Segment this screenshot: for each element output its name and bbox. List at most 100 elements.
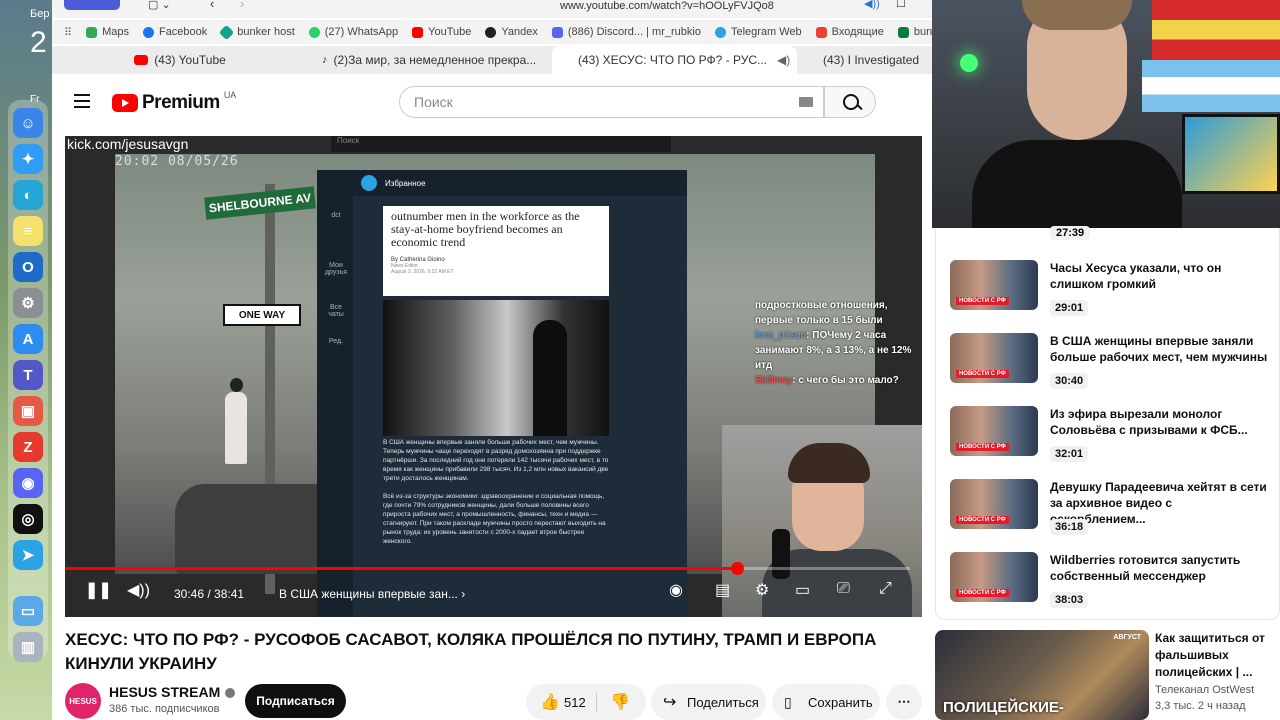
bookmark-bunker[interactable]: bun <box>897 26 932 38</box>
recommended-thumbnail[interactable]: АВГУСТ ПОЛИЦЕЙСКИЕ- <box>935 630 1149 720</box>
bookmark-maps[interactable]: Maps <box>86 26 129 38</box>
telegram-search: Поиск <box>331 136 671 152</box>
save-button[interactable]: ▯ Сохранить <box>772 684 880 720</box>
dislike-icon[interactable]: 👎 <box>610 692 630 712</box>
edge-icon[interactable]: ◐ <box>13 180 43 210</box>
autoplay-toggle[interactable]: ◉ <box>669 580 683 600</box>
discord-icon[interactable]: ◉ <box>13 468 43 498</box>
bookmark-youtube[interactable]: YouTube <box>412 26 471 38</box>
subscribe-button[interactable]: Подписаться <box>245 684 346 718</box>
share-button[interactable]: ↪ Поделиться <box>651 684 766 720</box>
finder-icon[interactable]: ☺ <box>13 108 43 138</box>
trash-icon[interactable]: ▥ <box>13 632 43 662</box>
keyboard-icon[interactable] <box>799 97 813 107</box>
youtube-logo[interactable]: Premium UA <box>112 90 236 114</box>
teams-icon[interactable]: T <box>13 360 43 390</box>
video-title[interactable]: Из эфира вырезали монолог Соловьёва с пр… <box>1050 406 1268 438</box>
recommended-channel[interactable]: Телеканал OstWest <box>1155 684 1254 696</box>
app-store-icon[interactable]: A <box>13 324 43 354</box>
menu-icon[interactable] <box>74 94 90 108</box>
forward-icon[interactable]: › <box>240 0 244 11</box>
video-title[interactable]: Часы Хесуса указали, что он слишком гром… <box>1050 260 1268 292</box>
subtitles-icon[interactable]: ▤ <box>715 580 730 600</box>
article-photo <box>383 300 609 436</box>
settings-gear-icon[interactable]: ⚙ <box>755 580 769 600</box>
share-icon: ↪ <box>663 694 677 711</box>
playlist-item[interactable]: НОВОСТИ С РФ Девушку Парадеевича хейтят … <box>950 479 1270 543</box>
sidebar-toggle-button[interactable] <box>64 0 120 10</box>
recommended-title[interactable]: Как защититься от фальшивых полицейских … <box>1155 630 1277 681</box>
video-title[interactable]: В США женщины впервые заняли больше рабо… <box>1050 333 1268 365</box>
video-duration: 29:01 <box>1050 300 1089 316</box>
fullscreen-icon[interactable]: ⤢ <box>879 580 892 598</box>
recommended-video[interactable]: АВГУСТ ПОЛИЦЕЙСКИЕ- Как защититься от фа… <box>935 628 1280 720</box>
video-thumbnail[interactable]: НОВОСТИ С РФ <box>950 260 1038 310</box>
obs-icon[interactable]: ◎ <box>13 504 43 534</box>
channel-avatar[interactable]: HESUS <box>65 683 101 719</box>
search-button[interactable] <box>824 86 876 118</box>
more-actions-icon[interactable]: ⋯ <box>886 684 922 720</box>
video-thumbnail[interactable]: НОВОСТИ С РФ <box>950 406 1038 456</box>
video-thumbnail[interactable]: НОВОСТИ С РФ <box>950 333 1038 383</box>
address-bar[interactable]: www.youtube.com/watch?v=hOOLyFVJQo8 <box>560 0 774 12</box>
safari-icon[interactable]: ✦ <box>13 144 43 174</box>
back-icon[interactable]: ‹ <box>210 0 214 11</box>
bookmark-telegram[interactable]: Telegram Web <box>714 26 802 38</box>
playlist-item[interactable]: НОВОСТИ С РФ Wildberries готовится запус… <box>950 552 1270 616</box>
theater-mode-icon[interactable]: ▭ <box>795 580 810 600</box>
bookmark-bunker-host[interactable]: bunker host <box>219 24 295 40</box>
logo-text: Premium <box>142 92 220 113</box>
playlist-item[interactable]: НОВОСТИ С РФ Из эфира вырезали монолог С… <box>950 406 1270 470</box>
speaker-icon[interactable]: ◀) <box>777 53 790 67</box>
channel-name[interactable]: HESUS STREAM <box>109 684 236 700</box>
progress-played <box>65 567 737 570</box>
video-thumbnail[interactable]: НОВОСТИ С РФ <box>950 479 1038 529</box>
tab-overview-icon[interactable]: ▢ ⌄ <box>148 0 171 11</box>
bookmark-whatsapp[interactable]: (27) WhatsApp <box>308 26 398 38</box>
apps-grid-icon[interactable]: ⠿ <box>64 26 72 39</box>
folder-icon[interactable]: ▭ <box>13 596 43 626</box>
pause-icon[interactable]: ❚❚ <box>85 580 112 600</box>
webcam-overlay <box>932 0 1280 228</box>
tab-tiktok[interactable]: ♪ (2)За мир, за немедленное прекра... <box>302 46 552 74</box>
like-icon[interactable]: 👍 <box>540 692 560 712</box>
video-duration: 36:18 <box>1050 519 1089 535</box>
video-player[interactable]: SHELBOURNE AV ONE WAY kick.com/jesusavgn… <box>65 136 922 617</box>
progress-handle[interactable] <box>730 562 744 575</box>
video-title[interactable]: Wildberries готовится запустить собствен… <box>1050 552 1268 584</box>
monitor <box>1182 114 1280 194</box>
bookmarks-bar: ⠿ Maps Facebook bunker host (27) WhatsAp… <box>52 20 932 44</box>
playlist-item[interactable]: НОВОСТИ С РФ В США женщины впервые занял… <box>950 333 1270 397</box>
progress-bar[interactable] <box>65 562 910 575</box>
street-sign: SHELBOURNE AV <box>204 186 316 220</box>
video-duration: 32:01 <box>1050 446 1089 462</box>
telegram-icon[interactable]: ➤ <box>13 540 43 570</box>
tab-youtube[interactable]: (43) YouTube <box>52 46 302 74</box>
bookmark-yandex[interactable]: Yandex <box>485 26 538 38</box>
green-light <box>960 54 978 72</box>
notes-icon[interactable]: ≡ <box>13 216 43 246</box>
outlook-icon[interactable]: O <box>13 252 43 282</box>
reader-icon[interactable]: ☐ <box>896 0 906 10</box>
tab-audio-icon[interactable]: ◀)) <box>864 0 880 10</box>
video-thumbnail[interactable]: НОВОСТИ С РФ <box>950 552 1038 602</box>
package-icon[interactable]: ▣ <box>13 396 43 426</box>
chat-line: lexa_p1sun: ПОЧему 2 часа занимают 8%, а… <box>755 330 912 371</box>
article-date: August 2, 2026, 9:22 AM ET <box>391 269 454 275</box>
settings-icon[interactable]: ⚙ <box>13 288 43 318</box>
subscriber-count: 386 тыс. подписчиков <box>109 703 220 715</box>
tab-investigated[interactable]: (43) I Investigated <box>797 46 932 74</box>
like-count[interactable]: 512 <box>564 695 586 710</box>
bookmark-discord[interactable]: (886) Discord... | mr_rubkio <box>551 26 701 38</box>
chapter-title[interactable]: В США женщины впервые зан... › <box>279 587 465 601</box>
tab-current-video[interactable]: (43) ХЕСУС: ЧТО ПО РФ? - РУС... ◀) <box>552 46 797 74</box>
playlist-item[interactable]: НОВОСТИ С РФ Часы Хесуса указали, что он… <box>950 260 1270 324</box>
webcam-person-shirt <box>972 140 1182 228</box>
previous-duration: 27:39 <box>1050 226 1091 240</box>
search-input[interactable]: Поиск <box>399 86 824 118</box>
volume-icon[interactable]: ◀)) <box>127 580 150 600</box>
bookmark-facebook[interactable]: Facebook <box>142 26 207 38</box>
filezilla-icon[interactable]: Z <box>13 432 43 462</box>
cast-icon[interactable]: ⎚ <box>837 580 850 598</box>
bookmark-inbox[interactable]: Входящие <box>815 26 884 38</box>
